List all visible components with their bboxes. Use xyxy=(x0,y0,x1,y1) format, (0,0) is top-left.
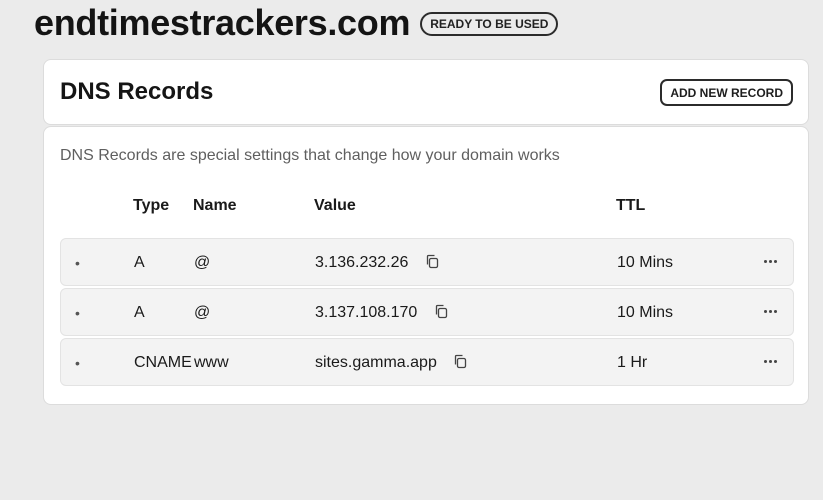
column-header-value: Value xyxy=(314,197,356,214)
table-header-row: Type Name Value TTL xyxy=(60,197,794,219)
table-row: • A @ 3.137.108.170 10 Mins xyxy=(60,288,794,336)
record-value-cell: sites.gamma.app xyxy=(315,354,467,374)
column-header-type: Type xyxy=(133,197,170,214)
domain-header: endtimestrackers.com READY TO BE USED xyxy=(34,2,559,44)
dns-records-table-card: DNS Records are special settings that ch… xyxy=(43,126,809,405)
record-type: A xyxy=(134,254,145,271)
more-options-icon[interactable] xyxy=(764,260,777,263)
column-header-name: Name xyxy=(193,197,237,214)
copy-icon[interactable] xyxy=(425,254,439,274)
record-ttl: 10 Mins xyxy=(617,304,674,321)
record-value: 3.136.232.26 xyxy=(315,254,409,271)
copy-icon[interactable] xyxy=(434,304,448,324)
record-ttl: 10 Mins xyxy=(617,254,674,271)
row-bullet: • xyxy=(75,255,80,271)
section-title: DNS Records xyxy=(60,78,214,105)
table-row: • A @ 3.136.232.26 10 Mins xyxy=(60,238,794,286)
dns-records-header-card: DNS Records ADD NEW RECORD xyxy=(43,59,809,125)
record-name: www xyxy=(194,354,229,371)
add-new-record-button[interactable]: ADD NEW RECORD xyxy=(660,79,793,106)
more-options-icon[interactable] xyxy=(764,310,777,313)
more-options-icon[interactable] xyxy=(764,360,777,363)
dns-description: DNS Records are special settings that ch… xyxy=(60,147,560,164)
record-type: A xyxy=(134,304,145,321)
table-row: • CNAME www sites.gamma.app 1 Hr xyxy=(60,338,794,386)
row-bullet: • xyxy=(75,355,80,371)
record-value-cell: 3.137.108.170 xyxy=(315,304,448,324)
record-value: sites.gamma.app xyxy=(315,354,437,371)
record-type: CNAME xyxy=(134,354,192,371)
record-name: @ xyxy=(194,304,211,321)
row-bullet: • xyxy=(75,305,80,321)
domain-title: endtimestrackers.com xyxy=(34,2,411,43)
record-name: @ xyxy=(194,254,211,271)
column-header-ttl: TTL xyxy=(616,197,646,214)
record-value-cell: 3.136.232.26 xyxy=(315,254,439,274)
status-badge: READY TO BE USED xyxy=(420,12,559,36)
record-value: 3.137.108.170 xyxy=(315,304,418,321)
record-ttl: 1 Hr xyxy=(617,354,648,371)
copy-icon[interactable] xyxy=(453,354,467,374)
